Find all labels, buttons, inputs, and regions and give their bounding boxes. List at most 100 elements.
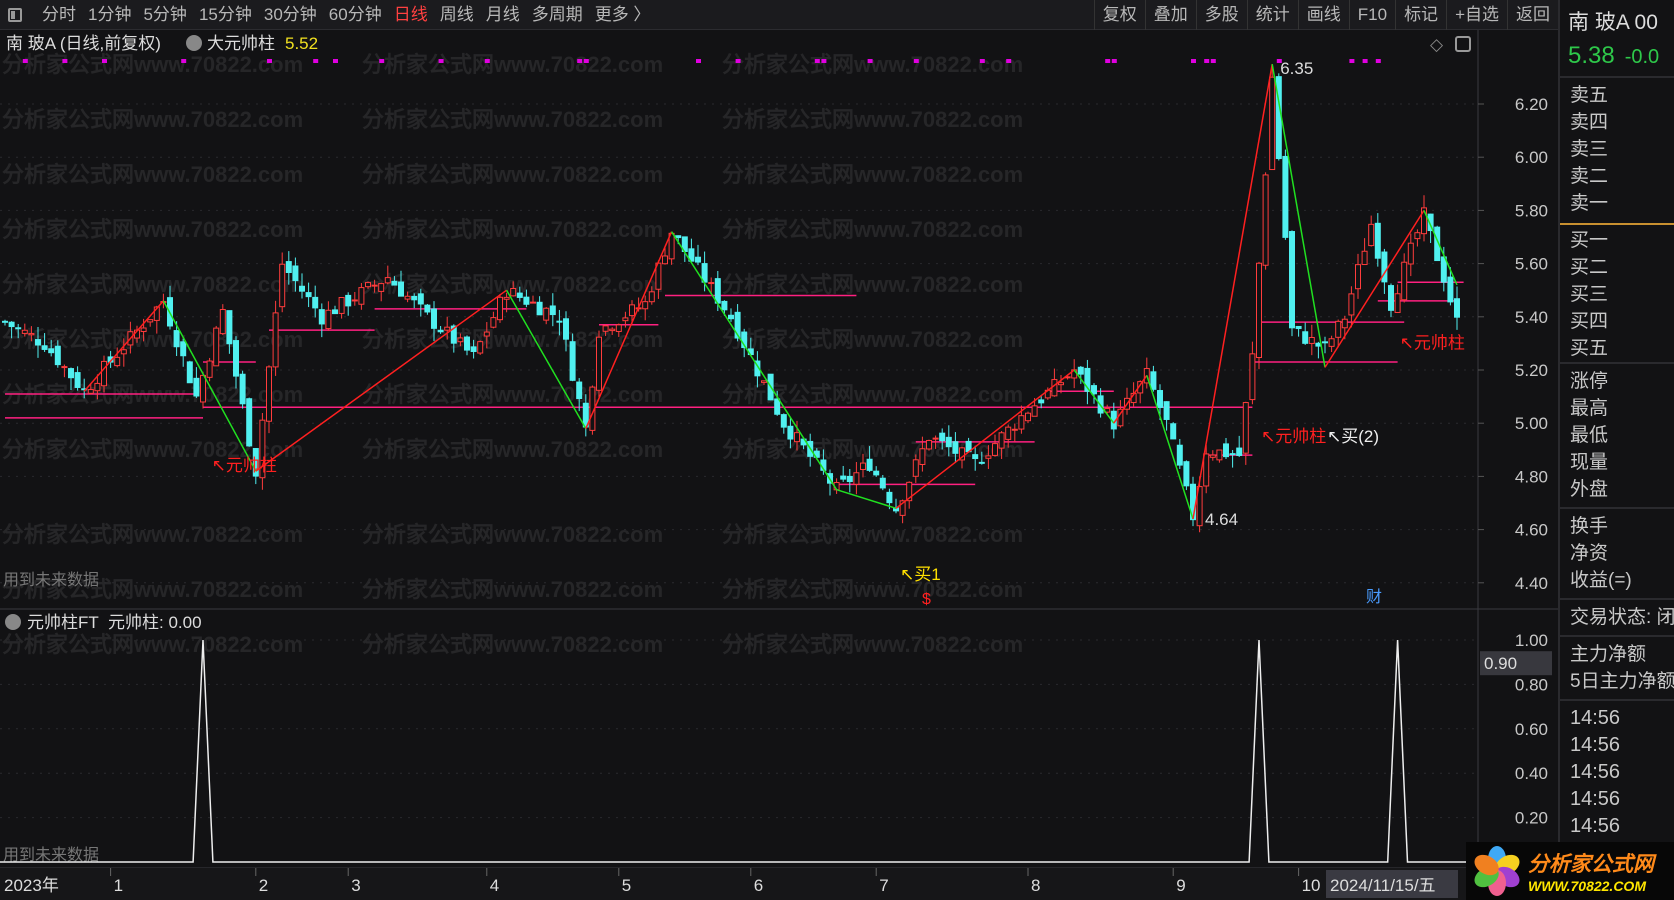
- sub-indicator-label: 元帅柱: 0.00: [108, 613, 202, 632]
- stock-name: 南 玻A 00: [1568, 11, 1658, 34]
- kline-chart[interactable]: 分析家公式网www.70822.com 分析家公式网www.70822.com 分析…: [0, 30, 1558, 900]
- toolbar-action-2[interactable]: 多股: [1195, 0, 1247, 30]
- candle-body: [345, 294, 352, 307]
- period-tab-8[interactable]: 月线: [480, 0, 526, 30]
- candle-body: [8, 321, 15, 328]
- signal-dot: [1204, 59, 1210, 63]
- toggle-panel-icon[interactable]: [8, 7, 22, 22]
- signal-dot: [1006, 59, 1012, 63]
- candle-body: [932, 437, 939, 440]
- candle-body: [1005, 426, 1012, 440]
- watermark-text: 分析家公式网www.70822.com: [722, 217, 1023, 242]
- candle-body: [675, 235, 682, 239]
- candle-body: [1454, 298, 1460, 318]
- candle-body: [1216, 449, 1223, 461]
- watermark-text: 分析家公式网www.70822.com: [2, 522, 303, 547]
- price-tick-label: 5.20: [1515, 361, 1548, 380]
- ticks-item: 14:56: [1570, 734, 1621, 756]
- candle-body: [94, 382, 101, 392]
- candle-body: [312, 296, 319, 309]
- period-tab-2[interactable]: 5分钟: [137, 0, 192, 30]
- price-change: -0.0: [1624, 46, 1660, 68]
- sub-tick-label: 0.60: [1515, 720, 1548, 739]
- indicator-value: 5.52: [285, 34, 318, 53]
- period-tab-5[interactable]: 60分钟: [323, 0, 388, 30]
- period-tab-4[interactable]: 30分钟: [258, 0, 323, 30]
- period-tab-3[interactable]: 15分钟: [193, 0, 258, 30]
- toolbar-action-7[interactable]: +自选: [1446, 0, 1507, 30]
- price-tick-label: 6.00: [1515, 148, 1548, 167]
- candle-body: [1203, 453, 1210, 487]
- candle-body: [292, 265, 299, 282]
- candle-body: [74, 372, 81, 388]
- toolbar-action-0[interactable]: 复权: [1093, 0, 1145, 30]
- price-tick-label: 4.80: [1515, 467, 1548, 486]
- stats-list: 涨停 最高 最低 现量 外盘: [1560, 362, 1674, 507]
- candle-body: [2, 320, 8, 323]
- watermark-text: 分析家公式网www.70822.com: [722, 577, 1023, 602]
- period-tab-7[interactable]: 周线: [434, 0, 480, 30]
- asks-item: 卖三: [1570, 139, 1609, 160]
- candle-body: [371, 284, 378, 287]
- candle-body: [470, 346, 477, 352]
- signal-dot: [583, 59, 589, 63]
- candle-body: [912, 459, 919, 477]
- candle-body: [1269, 76, 1276, 171]
- price-value: 5.38: [1568, 42, 1615, 69]
- candle-body: [1077, 366, 1084, 375]
- candle-body: [1289, 231, 1295, 329]
- candle-body: [180, 341, 187, 357]
- candle-body: [35, 339, 41, 346]
- toolbar-action-5[interactable]: F10: [1348, 0, 1395, 30]
- watermark-text: 分析家公式网www.70822.com: [722, 52, 1023, 77]
- toolbar-action-1[interactable]: 叠加: [1144, 0, 1196, 30]
- signal-dot: [1375, 59, 1381, 63]
- stats-item: 外盘: [1570, 479, 1609, 500]
- period-tab-0[interactable]: 分时: [36, 0, 82, 30]
- time-axis-bg: [0, 868, 1555, 900]
- candle-body: [1368, 223, 1375, 247]
- candle-body: [1328, 338, 1335, 347]
- year-label: 2023年: [4, 876, 59, 895]
- stats-item: 最高: [1570, 398, 1609, 419]
- candle-body: [1236, 447, 1243, 456]
- candle-body: [728, 314, 734, 320]
- watermark-text: 分析家公式网www.70822.com: [2, 162, 303, 187]
- candle-body: [358, 287, 365, 305]
- period-tab-6[interactable]: 日线: [388, 0, 434, 30]
- signal-dot: [333, 59, 338, 63]
- period-tab-9[interactable]: 多周期: [526, 0, 589, 30]
- candle-body: [563, 318, 569, 340]
- month-label: 4: [490, 876, 499, 895]
- candle-body: [1038, 399, 1045, 404]
- bids-item: 买四: [1570, 311, 1609, 332]
- sub-tick-label: 1.00: [1515, 631, 1548, 650]
- candle-body: [1355, 264, 1361, 290]
- sub-tick-label: 0.40: [1515, 764, 1548, 783]
- toolbar-action-8[interactable]: 返回: [1507, 0, 1558, 30]
- chart-title: 南 玻A (日线,前复权): [6, 34, 161, 53]
- period-tab-1[interactable]: 1分钟: [82, 0, 137, 30]
- candle-body: [54, 345, 61, 366]
- signal-dot: [379, 59, 385, 63]
- ask-list: 卖五 卖四 卖三 卖二 卖一: [1560, 76, 1674, 221]
- toolbar-action-4[interactable]: 画线: [1297, 0, 1349, 30]
- candle-body: [1229, 453, 1236, 456]
- candle-body: [305, 292, 312, 298]
- logo-url: WWW.70822.COM: [1528, 878, 1646, 894]
- signal-label: ↖元帅柱: [212, 456, 277, 475]
- stats-item: 最低: [1570, 425, 1609, 446]
- toolbar-action-3[interactable]: 统计: [1246, 0, 1298, 30]
- period-tab-10[interactable]: 更多 〉: [589, 0, 657, 30]
- bids-item: 买一: [1570, 230, 1609, 251]
- candle-body: [1341, 318, 1348, 329]
- toolbar-action-6[interactable]: 标记: [1395, 0, 1446, 30]
- price-tick-label: 4.60: [1515, 521, 1548, 540]
- stats2-list: 换手 净资 收益(=): [1560, 507, 1674, 598]
- quote-panel: 南 玻A 00 5.38 -0.0 卖五 卖四 卖三 卖二 卖一 买一 买二 买三 买四 买五 涨…: [1558, 0, 1674, 900]
- candle-body: [761, 380, 767, 383]
- candle-body: [1058, 382, 1064, 386]
- watermark-text: 分析家公式网www.70822.com: [2, 52, 303, 77]
- kline-chart-area[interactable]: 分析家公式网www.70822.com 分析家公式网www.70822.com 分析…: [0, 30, 1558, 900]
- candle-body: [1170, 423, 1177, 440]
